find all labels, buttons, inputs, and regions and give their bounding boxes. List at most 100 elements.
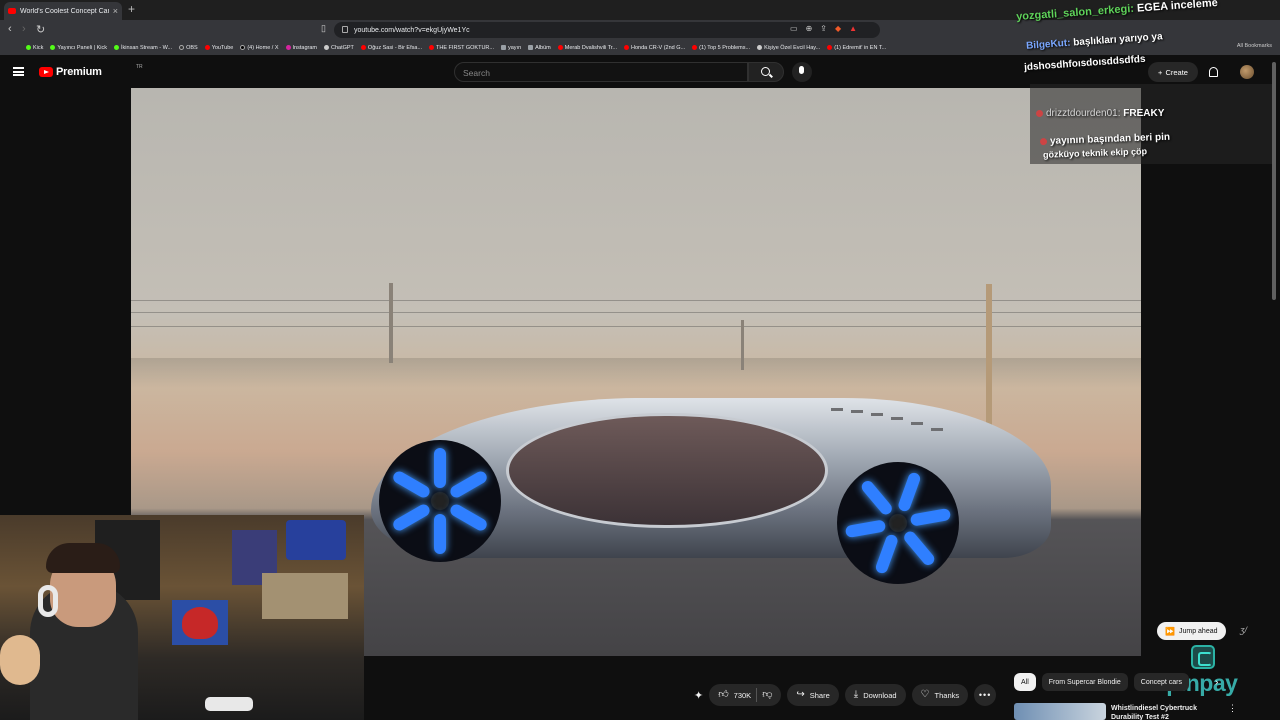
youtube-logo[interactable]: Premium TR bbox=[39, 64, 143, 78]
download-button[interactable]: ⤓ Download bbox=[844, 684, 906, 706]
car-vent bbox=[891, 417, 903, 420]
share-label: Share bbox=[809, 690, 830, 700]
menu-icon[interactable] bbox=[13, 67, 24, 76]
share-icon: ↪ bbox=[796, 689, 805, 700]
bookmark-folder[interactable]: yayın bbox=[501, 45, 521, 51]
brave-shield-icon[interactable]: ◆ bbox=[835, 24, 841, 33]
car-vent bbox=[831, 408, 843, 411]
car-canopy bbox=[506, 413, 828, 528]
bookmark-item[interactable]: (1) Top 5 Problems... bbox=[692, 45, 750, 51]
create-button[interactable]: + Create bbox=[1148, 62, 1198, 82]
youtube-play-icon bbox=[39, 67, 53, 77]
close-tab-icon[interactable]: × bbox=[113, 6, 118, 16]
jump-ahead-button[interactable]: ⏩ Jump ahead bbox=[1157, 622, 1226, 640]
share-button[interactable]: ↪ Share bbox=[787, 684, 839, 706]
toy-car bbox=[205, 697, 253, 711]
related-video-title[interactable]: Whistlindiesel Cybertruck Durability Tes… bbox=[1111, 704, 1221, 720]
bookmark-item[interactable]: Oğuz Sasi - Bir Efsa... bbox=[360, 45, 422, 51]
zoom-icon[interactable]: ⊕ bbox=[806, 24, 813, 33]
epinpay-logo-icon bbox=[1191, 645, 1215, 669]
back-icon[interactable]: ‹ bbox=[8, 23, 12, 35]
thanks-icon: ♡ bbox=[920, 689, 930, 700]
more-actions-icon[interactable]: ••• bbox=[974, 684, 997, 706]
ask-ai-icon[interactable]: ✦ bbox=[694, 689, 703, 702]
url-text: youtube.com/watch?v=ekgUjyWe1Yc bbox=[354, 26, 470, 34]
bookmark-item[interactable]: İkinsan Stream - W... bbox=[114, 45, 172, 51]
pylon bbox=[389, 283, 393, 363]
streamer-hair bbox=[46, 543, 120, 573]
car-vent bbox=[871, 413, 883, 416]
bookmark-item[interactable]: ChatGPT bbox=[323, 45, 354, 51]
chip-all[interactable]: All bbox=[1014, 673, 1036, 691]
new-tab-icon[interactable]: + bbox=[128, 2, 135, 16]
car-vent bbox=[851, 410, 863, 413]
site-info-icon[interactable] bbox=[342, 26, 348, 33]
headphones-icon bbox=[38, 585, 58, 617]
fast-forward-icon: ⏩ bbox=[1165, 626, 1175, 636]
bookmark-folder[interactable]: Albüm bbox=[528, 45, 551, 51]
car-wheel-front bbox=[379, 440, 501, 562]
bookmark-item[interactable]: OBS bbox=[179, 45, 198, 51]
wall-sketches bbox=[262, 573, 348, 619]
all-bookmarks-button[interactable]: All Bookmarks bbox=[1237, 43, 1272, 49]
bookmark-page-icon[interactable]: ▯ bbox=[321, 23, 326, 34]
bookmark-item[interactable]: YouTube bbox=[204, 45, 233, 51]
car-wheel-rear bbox=[837, 462, 959, 584]
bookmark-item[interactable]: THE FIRST GOKTUR... bbox=[429, 45, 494, 51]
voice-search-icon[interactable] bbox=[792, 62, 812, 82]
car-vent bbox=[911, 422, 923, 425]
bookmark-item[interactable]: Kick bbox=[26, 45, 43, 51]
pylon bbox=[741, 320, 744, 370]
bookmark-item[interactable]: (4) Home / X bbox=[240, 45, 279, 51]
thanks-label: Thanks bbox=[934, 690, 960, 700]
browser-tab[interactable]: World's Coolest Concept Car × bbox=[4, 2, 122, 20]
chevron-right-icon[interactable]: › bbox=[1215, 677, 1218, 688]
search-icon bbox=[761, 67, 770, 76]
page-scrollbar[interactable] bbox=[1272, 62, 1276, 300]
address-bar-actions: ▭ ⊕ ⇪ ◆ ▲ bbox=[790, 24, 857, 33]
car-vent bbox=[931, 428, 943, 431]
search-button[interactable] bbox=[748, 62, 784, 82]
brand-label: Premium bbox=[56, 66, 102, 78]
chip-supercar-blondie[interactable]: From Supercar Blondie bbox=[1041, 673, 1128, 691]
rewards-icon[interactable]: ▲ bbox=[849, 24, 857, 33]
download-label: Download bbox=[863, 690, 897, 700]
youtube-favicon-icon bbox=[8, 8, 16, 14]
utility-pole bbox=[986, 284, 992, 444]
chat-message: drizztdourden01: FREAKY bbox=[1036, 108, 1164, 119]
spiderman-mask bbox=[182, 607, 218, 639]
notifications-icon[interactable] bbox=[1209, 67, 1218, 77]
related-video-thumbnail[interactable] bbox=[1014, 703, 1106, 720]
like-icon[interactable]: 👍︎ bbox=[718, 690, 728, 700]
like-dislike-pill: 👍︎ 730K 👎︎ bbox=[709, 684, 782, 706]
bookmark-item[interactable]: Merab Dvalishvili Tr... bbox=[557, 45, 617, 51]
bookmark-item[interactable]: Honda CR-V (2nd G... bbox=[624, 45, 685, 51]
bookmark-item[interactable]: Yayıncı Paneli | Kick bbox=[50, 45, 107, 51]
reload-icon[interactable]: ↻ bbox=[36, 23, 45, 36]
region-label: TR bbox=[136, 64, 143, 70]
bookmark-item[interactable]: Kişiye Özel Evcil Hay... bbox=[757, 45, 820, 51]
stream-watermark: ʒ/ bbox=[1240, 625, 1248, 635]
dislike-icon[interactable]: 👎︎ bbox=[762, 690, 772, 700]
divider bbox=[756, 688, 758, 702]
cast-icon[interactable]: ▭ bbox=[790, 24, 798, 33]
streamer-webcam bbox=[0, 515, 364, 720]
download-icon: ⤓ bbox=[853, 689, 859, 700]
share-page-icon[interactable]: ⇪ bbox=[820, 24, 827, 33]
chip-concept-cars[interactable]: Concept cars bbox=[1133, 673, 1190, 691]
avatar[interactable] bbox=[1240, 65, 1254, 79]
like-count[interactable]: 730K bbox=[734, 691, 752, 700]
tab-title: World's Coolest Concept Car bbox=[20, 7, 109, 15]
plush-toy bbox=[0, 635, 40, 685]
forward-icon[interactable]: › bbox=[22, 23, 26, 35]
bookmark-item[interactable]: (1) Edremit' in EN T... bbox=[827, 45, 886, 51]
bookmark-item[interactable]: Instagram bbox=[285, 45, 317, 51]
create-label: Create bbox=[1165, 67, 1188, 77]
video-actions: ✦ 👍︎ 730K 👎︎ ↪ Share ⤓ Download ♡ Thanks… bbox=[694, 684, 997, 706]
wall-sign bbox=[286, 520, 346, 560]
thanks-button[interactable]: ♡ Thanks bbox=[911, 684, 969, 706]
plus-icon: + bbox=[1158, 67, 1163, 77]
related-more-icon[interactable]: ⋮ bbox=[1228, 703, 1237, 714]
search-input[interactable]: Search bbox=[454, 62, 748, 82]
jump-ahead-label: Jump ahead bbox=[1178, 627, 1218, 635]
